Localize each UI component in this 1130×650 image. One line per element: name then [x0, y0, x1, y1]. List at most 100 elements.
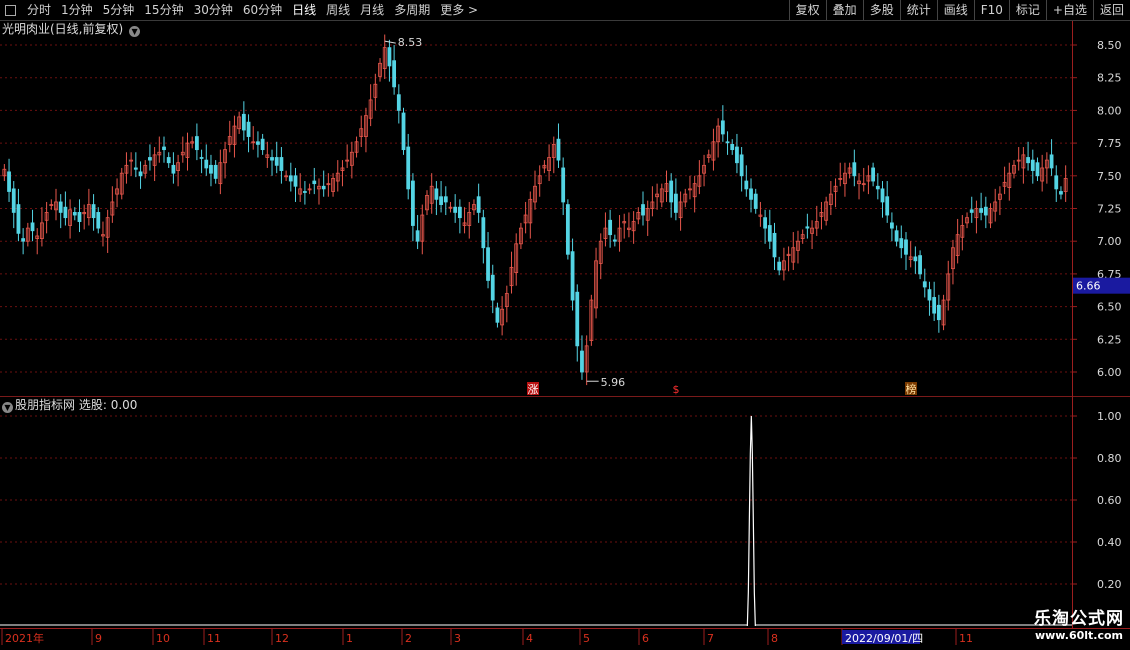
event-marker: $ — [673, 383, 680, 396]
candle-body — [133, 167, 138, 170]
candle-body — [204, 159, 209, 169]
candle-body — [570, 251, 575, 301]
candle-body — [875, 185, 880, 190]
indicator-tick-label: 0.80 — [1097, 452, 1122, 465]
candle-body — [392, 60, 397, 88]
candle-body — [936, 304, 941, 321]
date-label: 1 — [346, 632, 353, 645]
low-price-label: 5.96 — [601, 376, 626, 389]
event-marker: 涨 — [528, 383, 539, 396]
candle-body — [673, 193, 678, 213]
indicator-name: 股朋指标网 — [15, 398, 76, 412]
candle-body — [288, 175, 293, 182]
selection-signal-line — [746, 415, 756, 627]
candle-body — [434, 188, 439, 200]
indicator-tick-label: 0.60 — [1097, 494, 1122, 507]
candle-body — [194, 136, 199, 151]
candle-body — [894, 230, 899, 242]
price-tick-label: 6.00 — [1097, 366, 1122, 379]
candle-body — [556, 138, 561, 161]
candle-body — [246, 121, 251, 137]
date-label: 8 — [771, 632, 778, 645]
candle-body — [641, 204, 645, 216]
candle-body — [749, 188, 753, 200]
price-tick-label: 7.75 — [1097, 137, 1122, 150]
high-pointer — [384, 40, 396, 44]
candle-body — [260, 138, 265, 151]
candle-body — [575, 291, 580, 347]
date-label: 9 — [95, 632, 102, 645]
candle-body — [561, 167, 566, 203]
candle-body — [880, 188, 885, 203]
candle-body — [739, 154, 744, 177]
candle-body — [1026, 157, 1030, 164]
candle-body — [852, 162, 857, 177]
candle-body — [148, 157, 152, 161]
candle-body — [209, 164, 213, 174]
candle-body — [476, 196, 481, 213]
candle-body — [293, 175, 298, 187]
candle-body — [321, 185, 326, 190]
candle-body — [411, 180, 415, 226]
candle-body — [457, 206, 462, 219]
candle-body — [669, 180, 674, 203]
candle-body — [1035, 162, 1040, 177]
candle-body — [162, 146, 166, 151]
price-tick-label: 6.25 — [1097, 333, 1122, 346]
candle-body — [913, 256, 918, 262]
date-label: 11 — [207, 632, 221, 645]
watermark: 乐淘公式网 www.60lt.com — [1034, 604, 1124, 642]
candle-body — [735, 146, 739, 164]
date-label: 12 — [275, 632, 289, 645]
indicator-label: 选股: — [78, 398, 107, 412]
price-tick-label: 7.25 — [1097, 203, 1122, 216]
candle-body — [439, 196, 443, 205]
candle-body — [763, 217, 768, 229]
candle-body — [490, 274, 495, 301]
indicator-tick-label: 0.40 — [1097, 536, 1122, 549]
candle-body — [396, 94, 401, 111]
indicator-title: ▼ 股朋指标网 选股: 0.00 — [2, 397, 137, 413]
candle-body — [406, 146, 411, 190]
candle-body — [16, 204, 21, 234]
candle-body — [725, 141, 730, 144]
candle-body — [387, 47, 392, 67]
candle-body — [904, 239, 908, 255]
price-tick-label: 7.50 — [1097, 170, 1122, 183]
candle-body — [983, 206, 988, 216]
candle-body — [401, 112, 406, 151]
candle-body — [922, 281, 927, 288]
indicator-tick-label: 0.20 — [1097, 578, 1122, 591]
candle-body — [753, 193, 758, 209]
candle-body — [565, 204, 570, 255]
candle-body — [805, 226, 810, 229]
candle-body — [495, 307, 500, 323]
event-marker: 榜 — [906, 382, 917, 396]
candle-body — [270, 157, 274, 161]
candle-body — [772, 232, 777, 258]
candle-body — [138, 171, 143, 177]
candle-body — [744, 180, 749, 190]
price-tick-label: 8.25 — [1097, 72, 1122, 85]
candle-body — [777, 261, 782, 271]
candle-body — [443, 196, 448, 203]
date-label: 6 — [642, 632, 649, 645]
price-tick-label: 8.00 — [1097, 104, 1122, 117]
candle-body — [1059, 191, 1063, 195]
price-chart[interactable]: 8.508.258.007.757.507.257.006.756.506.25… — [0, 0, 1130, 650]
watermark-title: 乐淘公式网 — [1034, 609, 1124, 629]
candle-body — [580, 350, 584, 373]
candle-body — [486, 247, 490, 281]
candle-body — [279, 157, 284, 171]
candle-body — [612, 239, 617, 242]
candle-body — [91, 204, 96, 219]
candle-body — [969, 209, 974, 213]
candle-body — [199, 157, 204, 159]
current-price-value: 6.66 — [1076, 280, 1101, 293]
chevron-down-icon[interactable]: ▼ — [2, 402, 13, 413]
candle-body — [720, 120, 725, 135]
candle-body — [932, 297, 937, 314]
candle-body — [608, 219, 613, 236]
candle-body — [302, 191, 307, 193]
candle-body — [927, 289, 932, 301]
